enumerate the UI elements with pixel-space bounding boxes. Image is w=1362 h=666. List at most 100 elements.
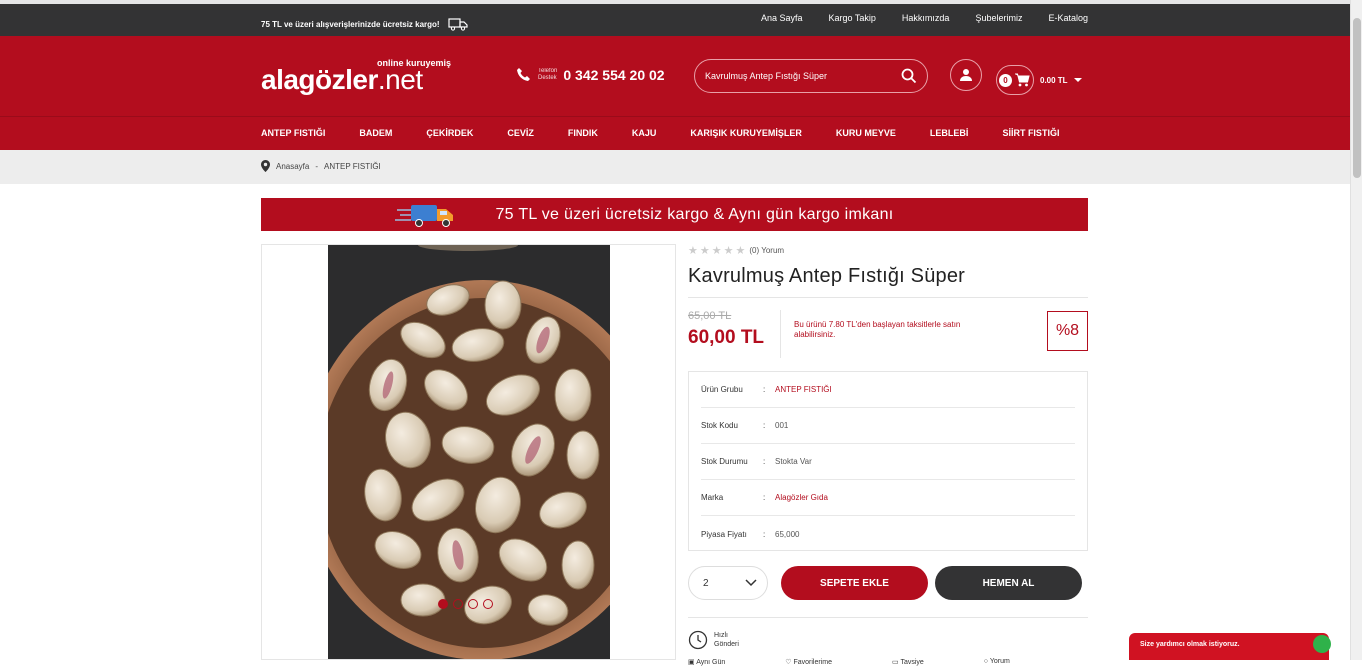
spec-value: 001 <box>775 421 789 430</box>
spec-value-link[interactable]: Alagözler Gıda <box>775 493 828 502</box>
feature-fast-delivery: Hızlı Gönderi <box>688 630 1088 650</box>
top-bar: 75 TL ve üzeri alışverişlerinizde ücrets… <box>0 0 1350 36</box>
spec-separator: : <box>763 421 766 430</box>
spec-row: Stok Durumu: Stokta Var <box>701 444 1075 480</box>
feature-favorites-label: Favorilerime <box>793 659 832 666</box>
price-box: 65,00 TL 60,00 TL Bu ürünü 7.80 TL'den b… <box>688 310 1088 370</box>
user-icon <box>960 69 972 81</box>
product-rating[interactable]: ★ ★ ★ ★ ★ (0) Yorum <box>688 244 1088 257</box>
star-icon: ★ <box>711 245 722 257</box>
link-kargo-takip[interactable]: Kargo Takip <box>829 13 876 23</box>
location-pin-icon <box>261 160 270 172</box>
chat-text: Size yardımcı olmak istiyoruz. <box>1140 641 1240 648</box>
feature-same-day: ▣ Aynı Gün <box>688 658 725 666</box>
heart-icon: ♡ <box>785 659 792 666</box>
carousel-dot[interactable] <box>438 599 448 609</box>
discount-badge: %8 <box>1047 311 1088 351</box>
spec-key: Stok Kodu <box>701 421 738 430</box>
nav-findik[interactable]: FINDIK <box>568 128 598 138</box>
nav-kaju[interactable]: KAJU <box>632 128 657 138</box>
mail-icon: ▭ <box>892 659 899 666</box>
spec-key: Piyasa Fiyatı <box>701 529 747 539</box>
phone-icon <box>517 68 530 81</box>
scrollbar-thumb[interactable] <box>1353 18 1361 178</box>
installment-info: Bu ürünü 7.80 TL'den başlayan taksitlerl… <box>794 320 961 339</box>
page-scrollbar[interactable] <box>1350 0 1362 660</box>
free-shipping-promo: 75 TL ve üzeri alışverişlerinizde ücrets… <box>261 17 468 31</box>
breadcrumb-current[interactable]: ANTEP FISTIĞI <box>324 162 381 171</box>
nav-ceviz[interactable]: CEVİZ <box>507 128 534 138</box>
nav-leblebi[interactable]: LEBLEBİ <box>930 128 969 138</box>
logo-wordmark: alagözler <box>261 64 378 95</box>
breadcrumb-separator: - <box>315 161 319 171</box>
spec-key: Marka <box>701 493 724 502</box>
feature-recommend[interactable]: ▭ Tavsiye <box>892 658 924 666</box>
feature-same-day-label: Aynı Gün <box>696 659 726 666</box>
buy-now-button[interactable]: HEMEN AL <box>935 566 1082 600</box>
link-ana-sayfa[interactable]: Ana Sayfa <box>761 13 803 23</box>
product-image[interactable] <box>328 245 610 659</box>
product-title: Kavrulmuş Antep Fıstığı Süper <box>688 265 1088 298</box>
star-icon: ★ <box>723 245 734 257</box>
promo-text: 75 TL ve üzeri alışverişlerinizde ücrets… <box>261 19 440 29</box>
carousel-dot[interactable] <box>483 599 493 609</box>
phone-label-2: Destek <box>538 75 557 81</box>
link-hakkimizda[interactable]: Hakkımızda <box>902 13 950 23</box>
carousel-dot[interactable] <box>453 599 463 609</box>
spec-separator: : <box>763 529 766 539</box>
search-icon[interactable] <box>901 68 917 84</box>
phone-number: 0 342 554 20 02 <box>563 67 665 83</box>
feature-recommend-label: Tavsiye <box>900 659 924 666</box>
image-carousel-dots <box>438 599 493 609</box>
feature-review[interactable]: ○ Yorum <box>984 658 1010 666</box>
delivery-truck-icon <box>395 205 453 227</box>
link-subelerimiz[interactable]: Şubelerimiz <box>975 13 1022 23</box>
box-icon: ▣ <box>688 659 695 666</box>
chevron-down-icon <box>745 579 757 587</box>
quantity-select[interactable]: 2 <box>688 566 768 600</box>
star-icon: ★ <box>699 245 710 257</box>
feature-fast-line-2: Gönderi <box>714 641 739 648</box>
spec-separator: : <box>763 385 766 394</box>
phone-support[interactable]: Telefon Destek 0 342 554 20 02 <box>516 67 665 83</box>
search-box <box>694 59 928 93</box>
nav-siirt-fistigi[interactable]: SİİRT FISTIĞI <box>1002 128 1059 138</box>
spec-value: 65,000 <box>775 529 800 539</box>
logo-tld: .net <box>377 64 423 95</box>
carousel-dot[interactable] <box>468 599 478 609</box>
nav-cekirdek[interactable]: ÇEKİRDEK <box>426 128 473 138</box>
product-info: ★ ★ ★ ★ ★ (0) Yorum Kavrulmuş Antep Fıst… <box>688 244 1088 666</box>
nav-kuru-meyve[interactable]: KURU MEYVE <box>836 128 896 138</box>
category-nav: ANTEP FISTIĞI BADEM ÇEKİRDEK CEVİZ FINDI… <box>0 116 1350 150</box>
star-icon: ★ <box>735 245 746 257</box>
shipping-banner: 75 TL ve üzeri ücretsiz kargo & Aynı gün… <box>261 198 1088 231</box>
site-logo[interactable]: online kuruyemiş alagözler.net <box>261 58 451 96</box>
link-e-katalog[interactable]: E-Katalog <box>1048 13 1088 23</box>
logo-subtitle: online kuruyemiş <box>377 58 452 68</box>
comment-icon: ○ <box>983 658 989 665</box>
cart-count-badge: 0 <box>999 73 1012 87</box>
feature-fast-line-1: Hızlı <box>714 632 728 639</box>
nav-karisik-kuruyemisler[interactable]: KARIŞIK KURUYEMİŞLER <box>690 128 802 138</box>
spec-row: Marka: Alagözler Gıda <box>701 480 1075 516</box>
spec-value-link[interactable]: ANTEP FISTIĞI <box>775 385 832 394</box>
cart-icon <box>1015 73 1030 87</box>
cart-button[interactable]: 0 0.00 TL <box>996 65 1082 95</box>
review-count[interactable]: (0) Yorum <box>749 246 784 255</box>
phone-label-1: Telefon <box>538 68 558 74</box>
live-chat-widget[interactable]: Size yardımcı olmak istiyoruz. <box>1129 633 1331 660</box>
truck-icon <box>448 18 468 31</box>
feature-review-label: Yorum <box>989 658 1010 665</box>
feature-favorites[interactable]: ♡ Favorilerime <box>785 658 832 666</box>
online-status-icon <box>1313 635 1331 653</box>
nav-antep-fistigi[interactable]: ANTEP FISTIĞI <box>261 128 325 138</box>
search-input[interactable] <box>705 71 901 81</box>
add-to-cart-button[interactable]: SEPETE EKLE <box>781 566 928 600</box>
star-icon: ★ <box>688 245 698 257</box>
spec-key: Stok Durumu <box>701 457 748 466</box>
account-button[interactable] <box>950 59 982 91</box>
breadcrumb-home[interactable]: Anasayfa <box>276 162 309 171</box>
spec-row: Ürün Grubu: ANTEP FISTIĞI <box>701 372 1075 408</box>
nav-badem[interactable]: BADEM <box>359 128 392 138</box>
spec-value: Stokta Var <box>775 457 812 466</box>
